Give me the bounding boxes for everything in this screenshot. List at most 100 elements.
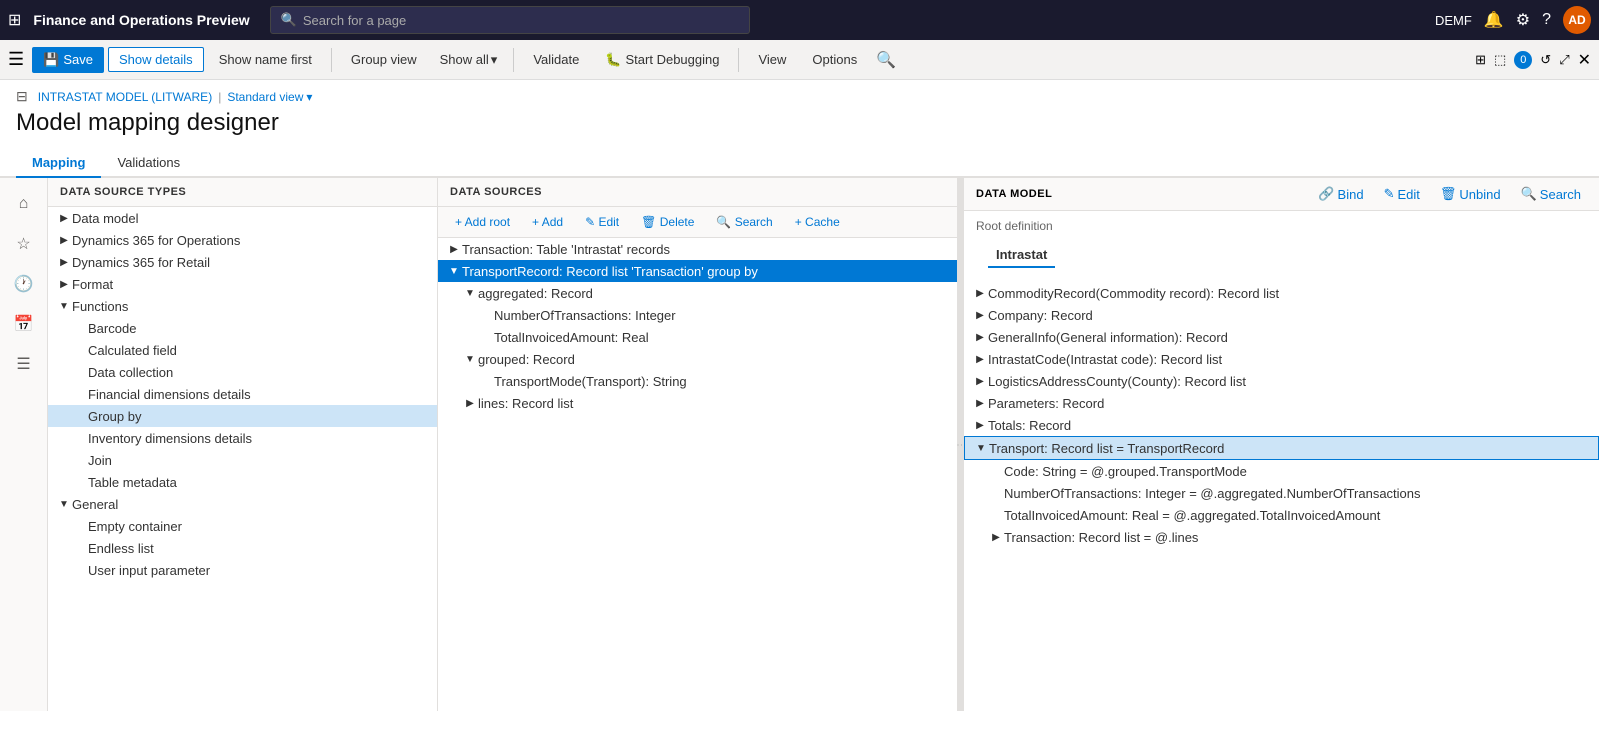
dm-item[interactable]: ▶ LogisticsAddressCounty(County): Record…	[964, 370, 1599, 392]
toolbar-icon-3[interactable]: 0	[1514, 51, 1532, 69]
dm-toolbar: 🔗 Bind ✎ Edit 🗑 Unbind 🔍 Search	[1312, 184, 1587, 204]
star-icon[interactable]: ☆	[6, 226, 42, 262]
dm-item[interactable]: ▶ IntrastatCode(Intrastat code): Record …	[964, 348, 1599, 370]
settings-icon[interactable]: ⚙	[1516, 10, 1530, 30]
dst-item[interactable]: ▼ Functions	[48, 295, 437, 317]
dst-item[interactable]: ▶ Format	[48, 273, 437, 295]
tab-validations[interactable]: Validations	[101, 149, 196, 178]
dst-item[interactable]: ▶ Dynamics 365 for Operations	[48, 229, 437, 251]
grid-icon[interactable]: ⊞	[8, 10, 21, 30]
breadcrumb: ⊟ INTRASTAT MODEL (LITWARE) | Standard v…	[0, 80, 1599, 105]
dst-item[interactable]: Inventory dimensions details	[48, 427, 437, 449]
dst-item[interactable]: Empty container	[48, 515, 437, 537]
toolbar-icon-4[interactable]: ↺	[1540, 52, 1551, 68]
expand-icon: ▶	[972, 285, 988, 301]
filter-icon[interactable]: ⊟	[16, 88, 28, 105]
start-debugging-button[interactable]: 🐛 Start Debugging	[594, 47, 730, 73]
dm-item[interactable]: TotalInvoicedAmount: Real = @.aggregated…	[964, 504, 1599, 526]
toolbar-icon-2[interactable]: ⬚	[1494, 52, 1506, 68]
ds-item[interactable]: ▼ aggregated: Record	[438, 282, 957, 304]
dm-search-button[interactable]: 🔍 Search	[1515, 184, 1587, 204]
dst-item-label: Join	[88, 453, 429, 468]
dst-item[interactable]: Financial dimensions details	[48, 383, 437, 405]
expand-icon: ▶	[462, 395, 478, 411]
ds-item[interactable]: NumberOfTransactions: Integer	[438, 304, 957, 326]
dm-item[interactable]: ▶ Totals: Record	[964, 414, 1599, 436]
ds-item[interactable]: ▶ lines: Record list	[438, 392, 957, 414]
breadcrumb-link-1[interactable]: INTRASTAT MODEL (LITWARE)	[38, 90, 212, 104]
calendar-icon[interactable]: 📅	[6, 306, 42, 342]
separator-1	[331, 48, 332, 72]
home-icon[interactable]: ⌂	[6, 186, 42, 222]
ds-item[interactable]: TotalInvoicedAmount: Real	[438, 326, 957, 348]
add-root-button[interactable]: + Add root	[446, 211, 519, 233]
show-details-button[interactable]: Show details	[108, 47, 204, 72]
global-search[interactable]: 🔍 Search for a page	[270, 6, 750, 34]
avatar[interactable]: AD	[1563, 6, 1591, 34]
dst-item[interactable]: ▶ Data model	[48, 207, 437, 229]
dm-item[interactable]: ▶ GeneralInfo(General information): Reco…	[964, 326, 1599, 348]
list-icon[interactable]: ☰	[6, 346, 42, 382]
dst-item[interactable]: Calculated field	[48, 339, 437, 361]
dm-item[interactable]: ▼ Transport: Record list = TransportReco…	[964, 436, 1599, 460]
tabs: Mapping Validations	[0, 149, 1599, 178]
chevron-down-icon: ▾	[491, 52, 498, 68]
group-view-button[interactable]: Group view	[340, 47, 428, 72]
dm-item[interactable]: ▶ Transaction: Record list = @.lines	[964, 526, 1599, 548]
ds-item-label: grouped: Record	[478, 352, 949, 367]
validate-button[interactable]: Validate	[522, 47, 590, 72]
dm-item[interactable]: ▶ Parameters: Record	[964, 392, 1599, 414]
save-icon: 💾	[43, 52, 59, 68]
bell-icon[interactable]: 🔔	[1484, 10, 1504, 30]
dm-item[interactable]: ▶ CommodityRecord(Commodity record): Rec…	[964, 282, 1599, 304]
dm-item-label: Transaction: Record list = @.lines	[1004, 530, 1591, 545]
dst-item[interactable]: Barcode	[48, 317, 437, 339]
toolbar-icon-5[interactable]: ⤢	[1559, 52, 1569, 68]
tab-mapping[interactable]: Mapping	[16, 149, 101, 178]
show-name-first-button[interactable]: Show name first	[208, 47, 323, 72]
ds-item[interactable]: TransportMode(Transport): String	[438, 370, 957, 392]
dm-item[interactable]: ▶ Company: Record	[964, 304, 1599, 326]
expand-icon: ▼	[462, 351, 478, 367]
toolbar-icon-1[interactable]: ⊞	[1475, 52, 1486, 68]
dst-item[interactable]: Endless list	[48, 537, 437, 559]
dst-item[interactable]: Group by	[48, 405, 437, 427]
search-button[interactable]: 🔍 Search	[707, 211, 781, 233]
options-button[interactable]: Options	[801, 47, 868, 72]
ds-item[interactable]: ▶ Transaction: Table 'Intrastat' records	[438, 238, 957, 260]
dm-item[interactable]: Code: String = @.grouped.TransportMode	[964, 460, 1599, 482]
expand-icon: ▶	[972, 373, 988, 389]
dm-item-label: Code: String = @.grouped.TransportMode	[1004, 464, 1591, 479]
ds-item[interactable]: ▼ TransportRecord: Record list 'Transact…	[438, 260, 957, 282]
toolbar-search-icon[interactable]: 🔍	[872, 46, 900, 74]
bind-button[interactable]: 🔗 Bind	[1312, 184, 1369, 204]
view-selector[interactable]: Standard view ▾	[227, 90, 312, 104]
dm-item[interactable]: NumberOfTransactions: Integer = @.aggreg…	[964, 482, 1599, 504]
dst-item[interactable]: User input parameter	[48, 559, 437, 581]
dst-item[interactable]: Data collection	[48, 361, 437, 383]
page-title: Model mapping designer	[16, 109, 1583, 137]
cache-button[interactable]: + Cache	[786, 211, 849, 233]
history-icon[interactable]: 🕐	[6, 266, 42, 302]
edit-button[interactable]: ✎ Edit	[576, 211, 628, 233]
view-button[interactable]: View	[747, 47, 797, 72]
expand-icon	[72, 342, 88, 358]
dst-item[interactable]: ▼ General	[48, 493, 437, 515]
close-icon[interactable]: ✕	[1578, 50, 1591, 70]
expand-icon	[72, 562, 88, 578]
ds-item[interactable]: ▼ grouped: Record	[438, 348, 957, 370]
dm-edit-button[interactable]: ✎ Edit	[1378, 184, 1426, 204]
unbind-button[interactable]: 🗑 Unbind	[1434, 184, 1507, 204]
save-button[interactable]: 💾 Save	[32, 47, 104, 73]
dst-item[interactable]: ▶ Dynamics 365 for Retail	[48, 251, 437, 273]
show-all-dropdown[interactable]: Show all ▾	[432, 48, 506, 72]
expand-icon: ▼	[462, 285, 478, 301]
nav-menu-icon[interactable]: ☰	[8, 49, 24, 70]
chevron-down-icon: ▾	[306, 90, 312, 104]
dst-item[interactable]: Join	[48, 449, 437, 471]
dst-item[interactable]: Table metadata	[48, 471, 437, 493]
add-button[interactable]: + Add	[523, 211, 572, 233]
expand-icon: ▶	[56, 232, 72, 248]
delete-button[interactable]: 🗑 Delete	[632, 211, 703, 233]
help-icon[interactable]: ?	[1542, 11, 1551, 29]
